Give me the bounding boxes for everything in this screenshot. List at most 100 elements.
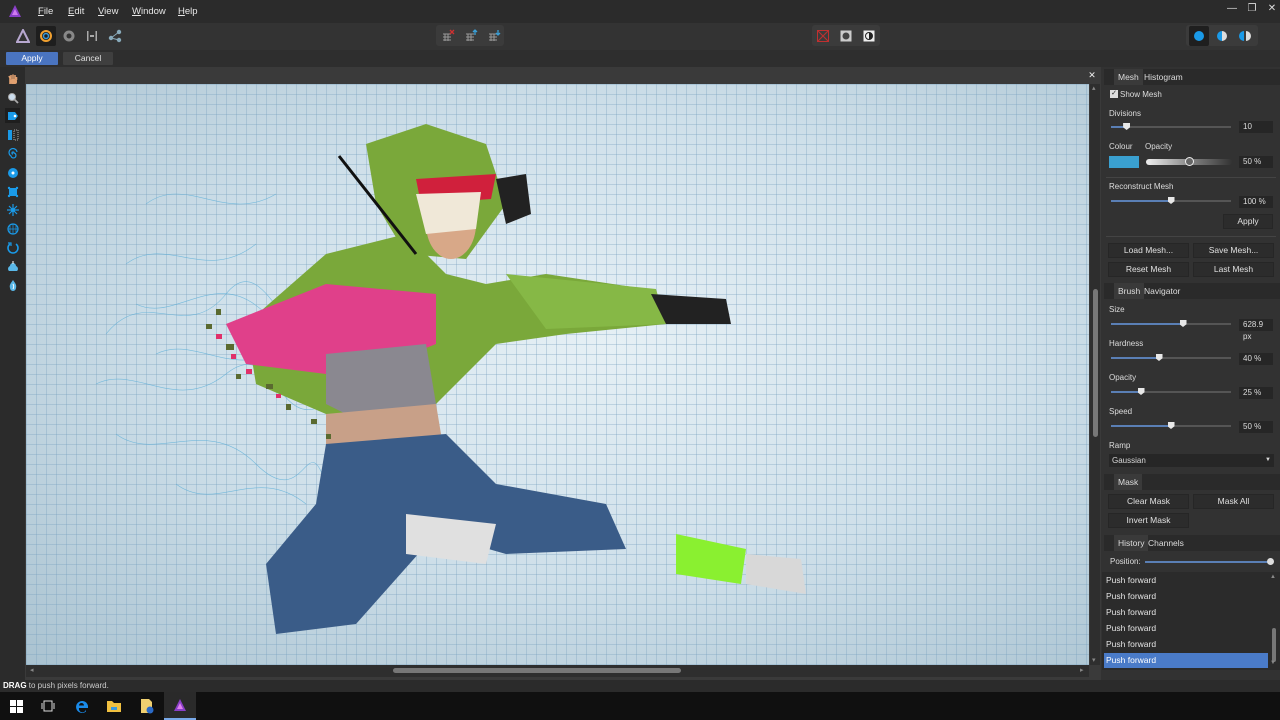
history-item[interactable]: Push forward [1104,589,1268,604]
photo-persona-button[interactable] [13,26,33,46]
export-persona-button[interactable] [105,26,125,46]
push-forward-icon [7,111,18,120]
mesh-colour-swatch[interactable] [1109,156,1139,168]
reconstruct-apply-button[interactable]: Apply [1223,214,1273,229]
size-slider[interactable] [1111,320,1231,327]
hardness-slider[interactable] [1111,354,1231,361]
mesh-opacity-value[interactable]: 50 % [1239,156,1273,168]
invert-mask-toolbar-button[interactable] [859,26,879,46]
clear-mask-button[interactable]: Clear Mask [1108,494,1189,509]
last-mesh-button[interactable]: Last Mesh [1193,262,1274,277]
apply-button[interactable]: Apply [6,52,58,65]
edge-taskbar-button[interactable] [66,692,98,720]
menu-window[interactable]: Window [132,6,166,17]
vertical-scrollbar[interactable]: ▴ ▾ [1090,84,1100,665]
cancel-button[interactable]: Cancel [63,52,113,65]
clear-mask-toolbar-button[interactable] [813,26,833,46]
scroll-up-arrow[interactable]: ▴ [1092,84,1096,92]
scroll-down-arrow[interactable]: ▾ [1092,656,1096,664]
reconstruct-tool[interactable] [5,240,20,255]
hardness-value[interactable]: 40 % [1239,353,1273,365]
thaw-icon [9,279,16,291]
opacity-slider-thumb[interactable] [1185,157,1194,166]
reconstruct-slider[interactable] [1111,197,1231,204]
history-item[interactable]: Push forward [1104,621,1268,636]
liquify-persona-button[interactable] [36,26,56,46]
mesh-down-button[interactable] [484,26,504,46]
mask-all-button[interactable]: Mask All [1193,494,1274,509]
hand-tool[interactable] [5,71,20,86]
reconstruct-value[interactable]: 100 % [1239,196,1273,208]
menu-help[interactable]: Help [178,6,198,17]
speed-slider[interactable] [1111,422,1231,429]
file-explorer-icon [107,701,121,712]
speed-label: Speed [1109,407,1133,416]
mesh-up-button[interactable] [461,26,481,46]
start-button[interactable] [0,692,32,720]
affinity-photo-taskbar-button[interactable] [164,692,196,720]
tab-mask[interactable]: Mask [1114,474,1143,490]
pinch-tool[interactable] [5,165,20,180]
restore-button[interactable]: ❐ [1242,3,1262,17]
save-mesh-button[interactable]: Save Mesh... [1193,243,1274,258]
documents-taskbar-button[interactable] [131,692,163,720]
close-window-button[interactable]: ✕ [1262,3,1280,17]
mask-all-toolbar-button[interactable] [836,26,856,46]
divisions-value[interactable]: 10 [1239,121,1273,133]
tab-mesh[interactable]: Mesh [1114,69,1143,85]
brush-opacity-slider[interactable] [1111,388,1231,395]
ramp-select[interactable]: Gaussian ▼ [1109,454,1274,467]
vertical-scroll-thumb[interactable] [1093,289,1098,437]
history-scrollbar[interactable]: ▲ ▼ [1270,574,1278,668]
history-item[interactable]: Push forward [1104,605,1268,620]
view-mode-single-button[interactable] [1189,26,1209,46]
scroll-right-arrow[interactable]: ▸ [1080,666,1084,674]
tab-navigator[interactable]: Navigator [1140,283,1184,299]
history-item[interactable]: Push forward [1104,637,1268,652]
push-forward-tool[interactable] [5,108,20,123]
show-mesh-checkbox[interactable]: ✓ [1110,90,1118,98]
mesh-clone-tool[interactable] [5,221,20,236]
task-view-button[interactable] [32,692,64,720]
document-canvas[interactable] [26,84,1089,665]
view-mode-split-button[interactable] [1212,26,1232,46]
invert-mask-button[interactable]: Invert Mask [1108,513,1189,528]
history-scroll-thumb[interactable] [1272,628,1276,662]
load-mesh-button[interactable]: Load Mesh... [1108,243,1189,258]
speed-value[interactable]: 50 % [1239,421,1273,433]
freeze-tool[interactable] [5,259,20,274]
history-item[interactable]: Push forward [1104,573,1268,588]
push-left-tool[interactable] [5,127,20,142]
history-scroll-up[interactable]: ▲ [1270,574,1276,580]
mesh-opacity-slider[interactable] [1146,157,1232,166]
clear-mesh-button[interactable] [438,26,458,46]
brush-opacity-value[interactable]: 25 % [1239,387,1273,399]
zoom-tool[interactable] [5,90,20,105]
menu-view[interactable]: View [98,6,118,17]
horizontal-scrollbar[interactable]: ◂ ▸ [26,665,1089,677]
twirl-tool[interactable] [5,146,20,161]
menu-file[interactable]: File [38,6,53,17]
turbulence-tool[interactable] [5,202,20,217]
tab-channels[interactable]: Channels [1144,535,1188,551]
punch-tool[interactable] [5,184,20,199]
history-item[interactable]: Push forward [1104,653,1268,668]
view-mode-mirror-button[interactable] [1235,26,1255,46]
reset-mesh-button[interactable]: Reset Mesh [1108,262,1189,277]
history-position-thumb[interactable] [1266,558,1274,565]
file-explorer-taskbar-button[interactable] [98,692,130,720]
scroll-left-arrow[interactable]: ◂ [30,666,34,674]
close-liquify-button[interactable]: ✕ [1086,70,1098,82]
dancer-photo [95,124,806,634]
history-scroll-down[interactable]: ▼ [1270,660,1276,666]
divisions-slider[interactable] [1111,123,1231,130]
tab-histogram[interactable]: Histogram [1140,69,1187,85]
menu-edit[interactable]: Edit [68,6,84,17]
develop-persona-button[interactable] [59,26,79,46]
minimize-button[interactable]: — [1222,3,1242,17]
thaw-tool[interactable] [5,277,20,292]
horizontal-scroll-thumb[interactable] [393,668,681,673]
history-position-slider[interactable] [1145,558,1274,565]
tone-mapping-persona-button[interactable] [82,26,102,46]
size-value[interactable]: 628.9 px [1239,319,1273,341]
